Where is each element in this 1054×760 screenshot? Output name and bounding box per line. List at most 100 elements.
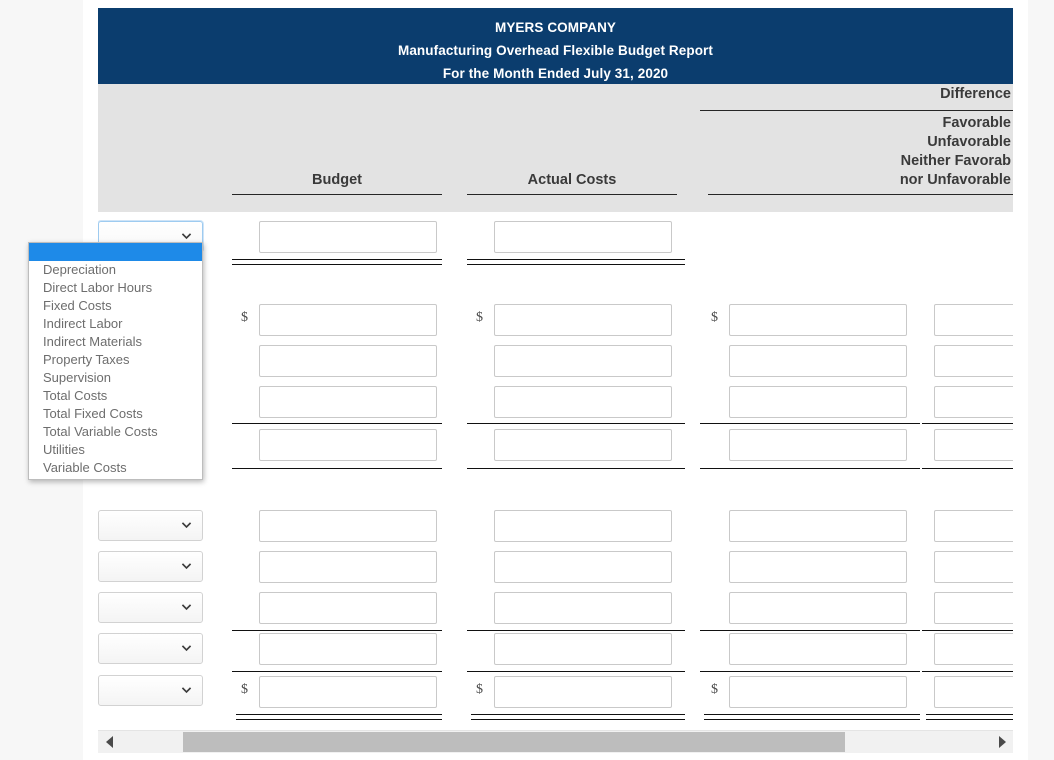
row-select-5[interactable] <box>98 675 203 706</box>
triangle-left-icon <box>105 736 113 748</box>
difference-subheading-rule <box>708 194 1013 195</box>
cell-input-r4-budget[interactable] <box>259 429 437 461</box>
row-select-3[interactable] <box>98 592 203 623</box>
actual-costs-column-header: Actual Costs <box>527 172 617 188</box>
cell-input-r8-actual[interactable] <box>494 633 672 665</box>
dropdown-option-supervision[interactable]: Supervision <box>29 369 202 387</box>
dollar-sign-r1-difference: $ <box>711 310 718 325</box>
row8-col4-rule <box>922 671 1013 672</box>
dollar-sign-r1-budget: $ <box>241 310 248 325</box>
row7-budget-rule <box>232 630 442 631</box>
row3-budget-rule <box>232 423 442 424</box>
cell-input-r3-difference[interactable] <box>729 386 907 418</box>
dropdown-option-utilities[interactable]: Utilities <box>29 441 202 459</box>
cell-input-r3-col4[interactable] <box>934 386 1013 418</box>
budget-report-table: MYERS COMPANY Manufacturing Overhead Fle… <box>98 8 1013 721</box>
row3-col4-rule <box>922 423 1013 424</box>
cell-input-r1-col4[interactable] <box>934 304 1013 336</box>
report-page: MYERS COMPANY Manufacturing Overhead Fle… <box>0 0 1054 760</box>
row0-budget-double-rule <box>232 259 442 265</box>
cell-input-r0-budget[interactable] <box>259 221 437 253</box>
cell-input-r9-col4[interactable] <box>934 676 1013 708</box>
cell-input-r9-difference[interactable] <box>729 676 907 708</box>
row-select-1[interactable] <box>98 510 203 541</box>
cell-input-r5-actual[interactable] <box>494 510 672 542</box>
cell-input-r1-actual[interactable] <box>494 304 672 336</box>
cell-input-r8-col4[interactable] <box>934 633 1013 665</box>
cell-input-r9-budget[interactable] <box>259 676 437 708</box>
dropdown-option-property-taxes[interactable]: Property Taxes <box>29 351 202 369</box>
cell-input-r5-difference[interactable] <box>729 510 907 542</box>
row4-col4-rule <box>922 468 1013 469</box>
budget-column-header: Budget <box>312 172 362 188</box>
dropdown-option-depreciation[interactable]: Depreciation <box>29 261 202 279</box>
cell-input-r8-budget[interactable] <box>259 633 437 665</box>
dropdown-option-fixed-costs[interactable]: Fixed Costs <box>29 297 202 315</box>
cell-input-r3-actual[interactable] <box>494 386 672 418</box>
cell-input-r7-difference[interactable] <box>729 592 907 624</box>
dollar-sign-r9-budget: $ <box>241 682 248 697</box>
dropdown-option-total-fixed-costs[interactable]: Total Fixed Costs <box>29 405 202 423</box>
cell-input-r5-budget[interactable] <box>259 510 437 542</box>
row9-budget-double-rule <box>236 714 442 720</box>
row-select-4[interactable] <box>98 633 203 664</box>
report-title-band: MYERS COMPANY Manufacturing Overhead Fle… <box>98 8 1013 84</box>
cell-input-r2-col4[interactable] <box>934 345 1013 377</box>
cell-input-r6-actual[interactable] <box>494 551 672 583</box>
cell-input-r7-col4[interactable] <box>934 592 1013 624</box>
line-item-dropdown-list[interactable]: Depreciation Direct Labor Hours Fixed Co… <box>28 242 203 480</box>
scroll-left-button[interactable] <box>98 731 120 753</box>
cell-input-r0-actual[interactable] <box>494 221 672 253</box>
cell-input-r2-difference[interactable] <box>729 345 907 377</box>
cell-input-r3-budget[interactable] <box>259 386 437 418</box>
dropdown-option-variable-costs[interactable]: Variable Costs <box>29 459 202 477</box>
dropdown-option-total-variable-costs[interactable]: Total Variable Costs <box>29 423 202 441</box>
cell-input-r6-budget[interactable] <box>259 551 437 583</box>
scrollbar-thumb[interactable] <box>183 732 845 752</box>
dropdown-option-indirect-labor[interactable]: Indirect Labor <box>29 315 202 333</box>
company-name: MYERS COMPANY <box>494 20 617 35</box>
row3-difference-rule <box>700 423 920 424</box>
row8-actual-rule <box>467 671 685 672</box>
row7-actual-rule <box>467 630 685 631</box>
chevron-down-icon <box>181 687 192 694</box>
scroll-right-button[interactable] <box>991 731 1013 753</box>
cell-input-r4-actual[interactable] <box>494 429 672 461</box>
cell-input-r6-col4[interactable] <box>934 551 1013 583</box>
chevron-down-icon <box>181 233 192 240</box>
cell-input-r7-actual[interactable] <box>494 592 672 624</box>
cell-input-r6-difference[interactable] <box>729 551 907 583</box>
row8-difference-rule <box>700 671 920 672</box>
row4-difference-rule <box>700 468 920 469</box>
difference-subheading: Favorable Unfavorable Neither Favorab no… <box>700 114 1013 190</box>
dropdown-option-blank[interactable] <box>29 243 202 261</box>
scrollbar-track[interactable] <box>120 731 991 753</box>
cell-input-r4-difference[interactable] <box>729 429 907 461</box>
chevron-down-icon <box>181 645 192 652</box>
dropdown-option-direct-labor-hours[interactable]: Direct Labor Hours <box>29 279 202 297</box>
row4-actual-rule <box>467 468 685 469</box>
dropdown-option-indirect-materials[interactable]: Indirect Materials <box>29 333 202 351</box>
difference-nor-unfavorable: nor Unfavorable <box>899 172 1011 188</box>
cell-input-r4-col4[interactable] <box>934 429 1013 461</box>
row0-actual-double-rule <box>467 259 685 265</box>
chevron-down-icon <box>181 522 192 529</box>
row8-budget-rule <box>232 671 442 672</box>
cell-input-r5-col4[interactable] <box>934 510 1013 542</box>
dropdown-option-total-costs[interactable]: Total Costs <box>29 387 202 405</box>
row9-actual-double-rule <box>471 714 685 720</box>
cell-input-r9-actual[interactable] <box>494 676 672 708</box>
cell-input-r1-budget[interactable] <box>259 304 437 336</box>
cell-input-r7-budget[interactable] <box>259 592 437 624</box>
dollar-sign-r1-actual: $ <box>476 310 483 325</box>
cell-input-r1-difference[interactable] <box>729 304 907 336</box>
horizontal-scrollbar[interactable] <box>98 730 1013 753</box>
row7-difference-rule <box>700 630 920 631</box>
row-select-2[interactable] <box>98 551 203 582</box>
triangle-right-icon <box>998 736 1006 748</box>
cell-input-r8-difference[interactable] <box>729 633 907 665</box>
cell-input-r2-actual[interactable] <box>494 345 672 377</box>
cell-input-r2-budget[interactable] <box>259 345 437 377</box>
row3-actual-rule <box>467 423 685 424</box>
row9-difference-double-rule <box>704 714 920 720</box>
